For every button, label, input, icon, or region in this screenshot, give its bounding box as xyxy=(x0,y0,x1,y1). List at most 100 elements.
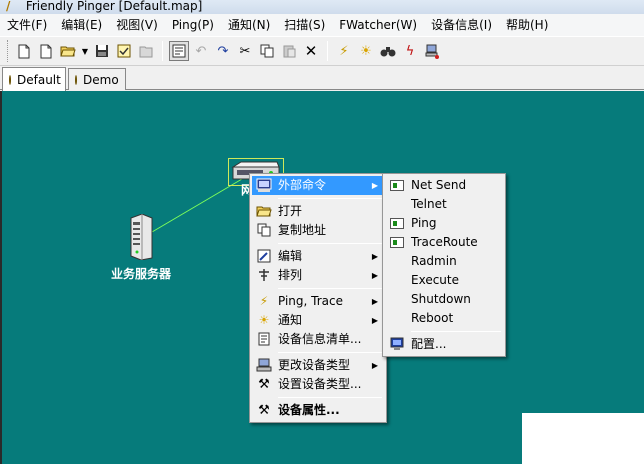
cut-icon[interactable]: ✂ xyxy=(235,41,255,61)
menu-device-info[interactable]: 设备信息(I) xyxy=(424,14,499,36)
menu-item-label: Radmin xyxy=(411,254,457,268)
submenu-item-telnet[interactable]: Telnet xyxy=(385,195,503,214)
window-icon xyxy=(389,178,405,193)
menu-notify[interactable]: 通知(N) xyxy=(221,14,277,36)
undo-icon[interactable]: ↶ xyxy=(191,41,211,61)
paste-icon[interactable] xyxy=(279,41,299,61)
menu-item-open[interactable]: 打开 xyxy=(252,202,384,221)
open-folder-icon xyxy=(256,204,272,219)
submenu-item-ping[interactable]: Ping xyxy=(385,214,503,233)
alarm-icon[interactable]: ☀ xyxy=(356,41,376,61)
app-icon: / xyxy=(6,0,11,13)
window-title: Friendly Pinger [Default.map] xyxy=(25,0,203,13)
window-icon xyxy=(389,235,405,250)
server-node-label: 业务服务器 xyxy=(111,267,172,281)
tab-label: Default xyxy=(17,72,61,87)
map-dot-icon xyxy=(9,74,11,85)
menu-item-label: Ping xyxy=(411,216,437,230)
menu-item-label: Execute xyxy=(411,273,459,287)
menu-item-label: 编辑 xyxy=(278,249,303,263)
ping-icon[interactable]: ⚡ xyxy=(334,41,354,61)
toolbar: ▼ ↶ ↷ ✂ ✕ ⚡ ☀ ϟ xyxy=(0,36,644,66)
menu-item-arrange[interactable]: 排列 ▶ xyxy=(252,266,384,285)
menu-item-device-info-list[interactable]: 设备信息清单... xyxy=(252,330,384,349)
open-folder-icon[interactable] xyxy=(58,41,78,61)
new-map-icon[interactable] xyxy=(14,41,34,61)
tools-icon: ⚒ xyxy=(258,403,270,418)
submenu-arrow-icon: ▶ xyxy=(371,252,378,261)
ping-icon: ⚡ xyxy=(259,294,269,308)
submenu-item-configure[interactable]: 配置... xyxy=(385,335,503,354)
copy-icon xyxy=(256,223,272,238)
checklist-icon[interactable] xyxy=(114,41,134,61)
menu-item-label: 设备属性... xyxy=(278,403,340,417)
menu-bar: 文件(F) 编辑(E) 视图(V) Ping(P) 通知(N) 扫描(S) FW… xyxy=(0,14,644,36)
network-icon[interactable] xyxy=(422,41,442,61)
menu-item-label: 排列 xyxy=(278,268,303,282)
context-menu: 外部命令 ▶ 打开 复制地址 编辑 ▶ 排列 ▶ ⚡ Ping, Trace ▶… xyxy=(249,173,387,423)
menu-item-label: 复制地址 xyxy=(278,223,327,237)
menu-item-label: 配置... xyxy=(411,337,447,351)
menu-help[interactable]: 帮助(H) xyxy=(499,14,555,36)
copy-icon[interactable] xyxy=(257,41,277,61)
new-document-icon[interactable] xyxy=(36,41,56,61)
submenu-item-shutdown[interactable]: Shutdown xyxy=(385,290,503,309)
find-icon[interactable] xyxy=(378,41,398,61)
menu-scan[interactable]: 扫描(S) xyxy=(277,14,332,36)
menu-item-notify[interactable]: ☀ 通知 ▶ xyxy=(252,311,384,330)
delete-icon[interactable]: ✕ xyxy=(301,41,321,61)
menu-item-label: Net Send xyxy=(411,178,467,192)
menu-item-set-device-type[interactable]: ⚒ 设置设备类型... xyxy=(252,375,384,394)
submenu-item-reboot[interactable]: Reboot xyxy=(385,309,503,328)
menu-item-change-device-type[interactable]: 更改设备类型 ▶ xyxy=(252,356,384,375)
tab-bar: Default Demo xyxy=(0,66,644,91)
menu-ping[interactable]: Ping(P) xyxy=(165,14,221,36)
toolbar-separator xyxy=(327,41,328,61)
menu-item-copy-address[interactable]: 复制地址 xyxy=(252,221,384,240)
toolbar-grip[interactable] xyxy=(7,40,10,62)
dropdown-icon[interactable]: ▼ xyxy=(80,41,90,61)
submenu-arrow-icon: ▶ xyxy=(371,181,378,190)
menu-item-label: 打开 xyxy=(278,204,303,218)
menu-separator xyxy=(278,243,382,244)
menu-view[interactable]: 视图(V) xyxy=(109,14,165,36)
redo-icon[interactable]: ↷ xyxy=(213,41,233,61)
submenu-item-traceroute[interactable]: TraceRoute xyxy=(385,233,503,252)
info-list-icon xyxy=(256,332,272,347)
server-icon xyxy=(130,213,153,261)
menu-item-label: TraceRoute xyxy=(411,235,478,249)
monitor-icon xyxy=(389,337,405,352)
menu-fwatcher[interactable]: FWatcher(W) xyxy=(332,14,424,36)
menu-separator xyxy=(278,198,382,199)
submenu-item-radmin[interactable]: Radmin xyxy=(385,252,503,271)
scan-icon[interactable]: ϟ xyxy=(400,41,420,61)
menu-item-label: 设备信息清单... xyxy=(278,332,362,346)
submenu-arrow-icon: ▶ xyxy=(371,316,378,325)
server-node[interactable] xyxy=(128,213,154,261)
folder-icon[interactable] xyxy=(136,41,156,61)
submenu-arrow-icon: ▶ xyxy=(371,297,378,306)
submenu-item-net-send[interactable]: Net Send xyxy=(385,176,503,195)
menu-file[interactable]: 文件(F) xyxy=(0,14,54,36)
submenu-arrow-icon: ▶ xyxy=(371,361,378,370)
menu-item-label: 通知 xyxy=(278,313,303,327)
toolbar-separator xyxy=(162,41,163,61)
computer-icon xyxy=(256,358,272,373)
save-icon[interactable] xyxy=(92,41,112,61)
window-icon xyxy=(389,216,405,231)
menu-item-external-commands[interactable]: 外部命令 ▶ xyxy=(252,176,384,195)
terminal-icon xyxy=(256,178,272,193)
tab-default[interactable]: Default xyxy=(2,67,66,91)
menu-item-edit[interactable]: 编辑 ▶ xyxy=(252,247,384,266)
menu-item-label: 设置设备类型... xyxy=(278,377,362,391)
edit-mode-icon[interactable] xyxy=(169,41,189,61)
menu-item-label: Shutdown xyxy=(411,292,471,306)
tab-demo[interactable]: Demo xyxy=(68,68,126,90)
menu-item-ping-trace[interactable]: ⚡ Ping, Trace ▶ xyxy=(252,292,384,311)
menu-edit[interactable]: 编辑(E) xyxy=(54,14,109,36)
submenu-item-execute[interactable]: Execute xyxy=(385,271,503,290)
menu-separator xyxy=(411,331,501,332)
menu-item-device-properties[interactable]: ⚒ 设备属性... xyxy=(252,401,384,420)
alarm-icon: ☀ xyxy=(258,313,270,327)
submenu-arrow-icon: ▶ xyxy=(371,271,378,280)
